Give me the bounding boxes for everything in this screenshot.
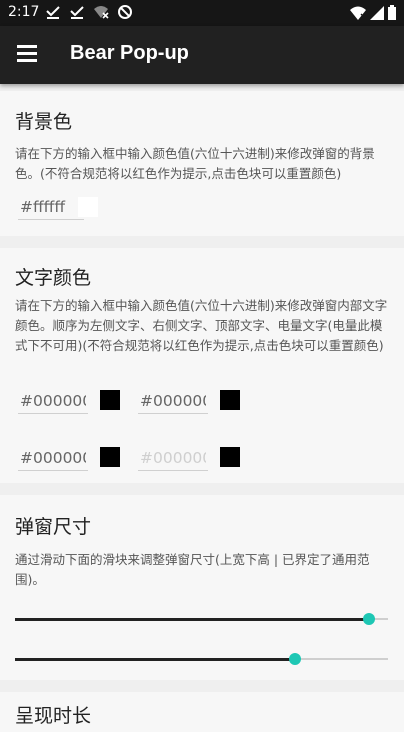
height-slider[interactable] <box>15 651 388 667</box>
popup-size-card: 弹窗尺寸 通过滑动下面的滑块来调整弹窗尺寸(上宽下高 | 已界定了通用范围)。 <box>0 495 404 680</box>
right-text-color-input[interactable] <box>138 388 208 414</box>
display-duration-card: 呈现时长 <box>0 692 404 732</box>
section-title-text-color: 文字颜色 <box>15 267 92 289</box>
status-left-icons <box>45 4 133 20</box>
left-text-color-input[interactable] <box>18 388 88 414</box>
section-title-background-color: 背景色 <box>15 111 73 133</box>
battery-text-color-input <box>138 445 208 471</box>
hamburger-menu-icon[interactable] <box>17 45 37 63</box>
top-text-color-input[interactable] <box>18 445 88 471</box>
no-sync-icon <box>118 5 132 19</box>
popup-size-description: 通过滑动下面的滑块来调整弹窗尺寸(上宽下高 | 已界定了通用范围)。 <box>15 552 370 587</box>
width-slider[interactable] <box>15 611 388 627</box>
app-bar: Bear Pop-up <box>0 26 404 84</box>
background-color-input[interactable] <box>18 194 84 220</box>
app-title: Bear Pop-up <box>70 42 189 64</box>
text-color-description: 请在下方的输入框中输入颜色值(六位十六进制)来修改弹窗内部文字颜色。顺序为左侧文… <box>15 298 388 353</box>
background-color-card: 背景色 请在下方的输入框中输入颜色值(六位十六进制)来修改弹窗的背景色。(不符合… <box>0 91 404 236</box>
wifi-icon <box>350 6 366 20</box>
section-title-display-duration: 呈现时长 <box>15 705 92 727</box>
signal-icon <box>370 5 384 20</box>
status-time: 2:17 <box>8 4 40 20</box>
height-slider-thumb[interactable] <box>288 653 301 665</box>
left-text-color-swatch[interactable] <box>100 390 120 410</box>
status-bar: 2:17 <box>0 0 404 26</box>
right-text-color-swatch[interactable] <box>220 390 240 410</box>
background-color-description: 请在下方的输入框中输入颜色值(六位十六进制)来修改弹窗的背景色。(不符合规范将以… <box>15 146 375 181</box>
top-text-color-swatch[interactable] <box>100 447 120 467</box>
background-color-swatch[interactable] <box>78 197 98 217</box>
width-slider-thumb[interactable] <box>363 613 376 625</box>
download-check-icon <box>46 6 60 19</box>
battery-icon <box>388 5 396 20</box>
wifi-off-icon <box>94 6 109 19</box>
section-title-popup-size: 弹窗尺寸 <box>15 516 92 538</box>
text-color-card: 文字颜色 请在下方的输入框中输入颜色值(六位十六进制)来修改弹窗内部文字颜色。顺… <box>0 248 404 483</box>
download-check-icon <box>70 6 84 19</box>
status-right-icons <box>350 5 396 20</box>
battery-text-color-swatch <box>220 447 240 467</box>
